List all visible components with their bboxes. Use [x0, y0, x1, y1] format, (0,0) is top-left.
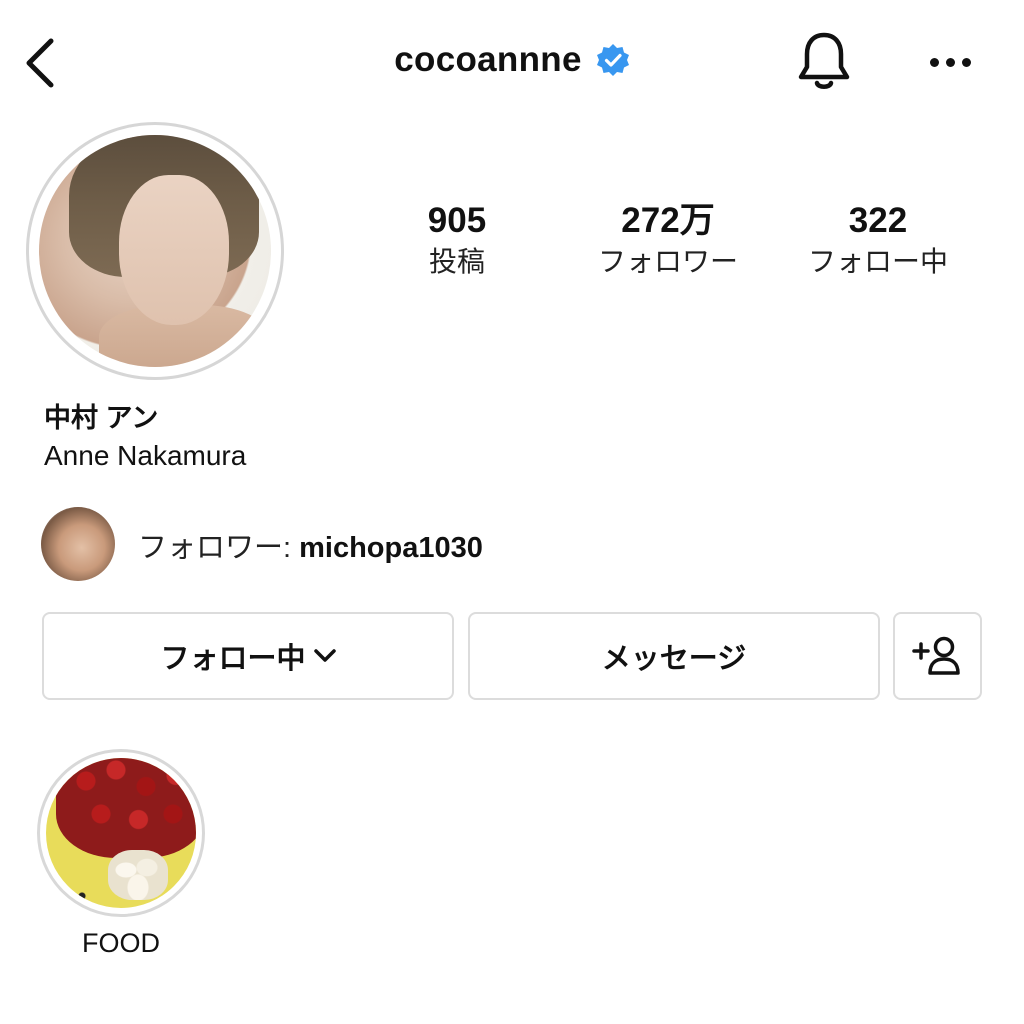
add-user-icon — [911, 636, 960, 675]
stat-posts: 905 投稿 — [405, 200, 509, 282]
following-button-label: フォロー中 — [160, 643, 306, 675]
profile-username: cocoannne — [394, 40, 582, 79]
stat-followers[interactable]: 272万 フォロワー — [588, 200, 748, 282]
bell-icon — [798, 32, 850, 89]
stat-posts-value: 905 — [427, 201, 487, 240]
stat-followers-label: フォロワー — [597, 246, 738, 277]
profile-name-jp: 中村 アン — [44, 403, 159, 433]
mutual-follower-avatar[interactable] — [41, 507, 115, 581]
story-highlight-food[interactable] — [37, 749, 205, 917]
following-button[interactable]: フォロー中 — [42, 612, 454, 700]
more-horizontal-icon — [929, 57, 971, 67]
profile-header: cocoannne — [0, 0, 1024, 125]
profile-avatar — [39, 135, 271, 367]
followed-by-text[interactable]: フォロワー: michopa1030 — [138, 524, 483, 566]
notifications-button[interactable] — [793, 28, 855, 96]
suggest-users-button[interactable] — [893, 612, 982, 700]
followed-by-label: フォロワー: — [138, 532, 300, 564]
profile-name-en: Anne Nakamura — [44, 440, 247, 471]
more-options-button[interactable] — [920, 40, 980, 84]
stat-posts-label: 投稿 — [428, 246, 485, 277]
story-highlight-label: FOOD — [82, 928, 160, 958]
message-button-label: メッセージ — [601, 643, 747, 675]
header-title-group: cocoannne — [0, 40, 1024, 80]
stat-following-label: フォロー中 — [807, 246, 948, 277]
stat-following[interactable]: 322 フォロー中 — [798, 200, 958, 282]
followed-by-username: michopa1030 — [299, 532, 483, 564]
stat-followers-value: 272万 — [621, 201, 715, 240]
verified-badge-icon — [596, 43, 630, 77]
story-highlight-cover — [46, 758, 196, 908]
message-button[interactable]: メッセージ — [468, 612, 880, 700]
chevron-down-icon — [313, 649, 336, 662]
profile-avatar-ring[interactable] — [26, 122, 284, 380]
stat-following-value: 322 — [848, 201, 908, 240]
